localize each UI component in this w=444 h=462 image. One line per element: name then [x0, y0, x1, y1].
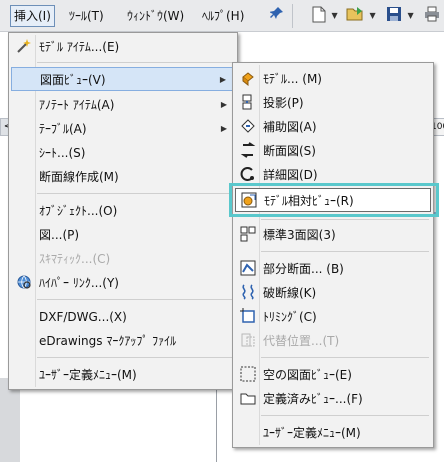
menu-item-model-items[interactable]: ﾓﾃﾞﾙ ｱｲﾃﾑ...(E) [11, 35, 235, 59]
submenu-item-standard-3-view[interactable]: 標準3面図(3) [235, 223, 431, 247]
submenu-item-break[interactable]: 破断線(K) [235, 281, 431, 305]
menu-item-label: ﾃｰﾌﾞﾙ(A) [39, 122, 87, 136]
auxiliary-view-icon [239, 118, 257, 136]
toolbar-divider [292, 4, 293, 28]
menu-separator [261, 415, 429, 416]
menu-item-label: eDrawings ﾏｰｸｱｯﾌﾟ ﾌｧｲﾙ [39, 334, 177, 348]
relative-view-icon [240, 192, 258, 210]
menu-item-label: ﾓﾃﾞﾙ... (M) [263, 72, 322, 86]
submenu-item-empty-view[interactable]: 空の図面ﾋﾞｭｰ(E) [235, 363, 431, 387]
menu-item-picture[interactable]: 図...(P) [11, 223, 235, 247]
magic-wand-icon [15, 38, 33, 56]
menu-item-sheet[interactable]: ｼｰﾄ...(S) [11, 141, 235, 165]
menu-item-label: 破断線(K) [263, 286, 317, 300]
submenu-arrow-icon: ▶ [220, 100, 227, 109]
menu-item-label: ﾊｲﾊﾟｰ ﾘﾝｸ...(Y) [39, 276, 119, 290]
projected-view-icon [239, 94, 257, 112]
open-folder-icon[interactable]: ▼ [346, 6, 376, 26]
menu-window[interactable]: ｳｨﾝﾄﾞｳ(W) [124, 6, 187, 26]
menu-tools[interactable]: ﾂｰﾙ(T) [66, 6, 107, 26]
submenu-item-relative-view[interactable]: ﾓﾃﾞﾙ相対ﾋﾞｭｰ(R) [235, 188, 431, 212]
menu-help[interactable]: ﾍﾙﾌﾟ(H) [199, 6, 247, 26]
menu-item-hyperlink[interactable]: ﾊｲﾊﾟｰ ﾘﾝｸ...(Y) [11, 271, 235, 295]
print-icon[interactable] [424, 6, 440, 26]
drawing-view-submenu: ﾓﾃﾞﾙ... (M) 投影(P) 補助図(A) 断面図(S) 詳細図(D) ﾓ… [229, 62, 439, 448]
submenu-item-predefined-view[interactable]: 定義済みﾋﾞｭｰ...(F) [235, 387, 431, 411]
menu-separator [261, 251, 429, 252]
menu-item-label: ｽｷﾏﾃｨｯｸ...(C) [39, 252, 111, 266]
menu-item-object[interactable]: ｵﾌﾞｼﾞｪｸﾄ...(O) [11, 199, 235, 223]
menu-item-drawing-view[interactable]: 図面ﾋﾞｭｰ(V) ▶ [11, 67, 235, 91]
menu-item-label: ｱﾉﾃｰﾄ ｱｲﾃﾑ(A) [39, 98, 115, 112]
standard-3-view-icon [239, 226, 257, 244]
empty-view-icon [239, 366, 257, 384]
submenu-item-section-view[interactable]: 断面図(S) [235, 139, 431, 163]
menu-item-label: ｵﾌﾞｼﾞｪｸﾄ...(O) [39, 204, 118, 218]
left-panel [0, 378, 20, 462]
break-icon [239, 284, 257, 302]
menu-item-label: ﾕｰｻﾞｰ定義ﾒﾆｭｰ(M) [263, 426, 361, 440]
menu-separator [37, 193, 233, 194]
menu-item-label: 標準3面図(3) [263, 228, 336, 242]
menu-item-label: ﾄﾘﾐﾝｸﾞ(C) [263, 310, 317, 324]
submenu-item-customize-menu[interactable]: ﾕｰｻﾞｰ定義ﾒﾆｭｰ(M) [235, 421, 431, 445]
menu-insert[interactable]: 挿入(I) [10, 5, 55, 27]
model-view-icon [239, 70, 257, 88]
crop-icon [239, 308, 257, 326]
menu-item-label: 図...(P) [39, 228, 80, 242]
insert-menu: ﾓﾃﾞﾙ ｱｲﾃﾑ...(E) 図面ﾋﾞｭｰ(V) ▶ ｱﾉﾃｰﾄ ｱｲﾃﾑ(A… [8, 32, 238, 390]
menu-separator [37, 299, 233, 300]
pin-icon[interactable] [269, 6, 284, 26]
menu-item-label: DXF/DWG...(X) [39, 310, 127, 324]
menu-item-label: 定義済みﾋﾞｭｰ...(F) [263, 392, 363, 406]
menu-item-label: ﾓﾃﾞﾙ相対ﾋﾞｭｰ(R) [264, 194, 354, 208]
hyperlink-globe-icon [15, 274, 33, 292]
menu-separator [261, 219, 429, 220]
broken-out-section-icon [239, 260, 257, 278]
submenu-arrow-icon: ▶ [220, 124, 227, 133]
menu-item-label: 断面線作成(M) [39, 170, 119, 184]
menu-item-label: 図面ﾋﾞｭｰ(V) [40, 73, 106, 87]
submenu-item-broken-out-section[interactable]: 部分断面... (B) [235, 257, 431, 281]
menu-item-label: 部分断面... (B) [263, 262, 344, 276]
menu-item-schematic: ｽｷﾏﾃｨｯｸ...(C) [11, 247, 235, 271]
menu-item-annotations[interactable]: ｱﾉﾃｰﾄ ｱｲﾃﾑ(A) ▶ [11, 93, 235, 117]
menu-item-label: ｼｰﾄ...(S) [39, 146, 86, 160]
submenu-item-projected-view[interactable]: 投影(P) [235, 91, 431, 115]
submenu-item-auxiliary-view[interactable]: 補助図(A) [235, 115, 431, 139]
menu-item-label: ﾓﾃﾞﾙ ｱｲﾃﾑ...(E) [39, 40, 120, 54]
submenu-item-alternate-position: 代替位置...(T) [235, 329, 431, 353]
menu-item-label: 投影(P) [263, 96, 304, 110]
menu-item-dxf-dwg[interactable]: DXF/DWG...(X) [11, 305, 235, 329]
menu-item-edrawings-markup[interactable]: eDrawings ﾏｰｸｱｯﾌﾟ ﾌｧｲﾙ [11, 329, 235, 353]
menu-item-label: 補助図(A) [263, 120, 317, 134]
menu-bar: 挿入(I) ﾂｰﾙ(T) ｳｨﾝﾄﾞｳ(W) ﾍﾙﾌﾟ(H) ▼ ▼ ▼ [0, 0, 444, 32]
submenu-item-crop[interactable]: ﾄﾘﾐﾝｸﾞ(C) [235, 305, 431, 329]
menu-separator [37, 62, 233, 63]
menu-item-label: ﾕｰｻﾞｰ定義ﾒﾆｭｰ(M) [39, 368, 137, 382]
menu-separator [261, 357, 429, 358]
section-view-icon [239, 142, 257, 160]
menu-item-label: 代替位置...(T) [263, 334, 340, 348]
submenu-arrow-icon: ▶ [219, 75, 226, 84]
new-document-icon[interactable]: ▼ [312, 6, 338, 26]
detail-view-icon [239, 166, 257, 184]
alternate-position-icon [239, 332, 257, 350]
predefined-view-icon [239, 390, 257, 408]
menu-item-tables[interactable]: ﾃｰﾌﾞﾙ(A) ▶ [11, 117, 235, 141]
menu-item-section-line[interactable]: 断面線作成(M) [11, 165, 235, 189]
menu-item-label: 空の図面ﾋﾞｭｰ(E) [263, 368, 352, 382]
menu-separator [37, 357, 233, 358]
menu-item-customize-menu[interactable]: ﾕｰｻﾞｰ定義ﾒﾆｭｰ(M) [11, 363, 235, 387]
submenu-item-model-view[interactable]: ﾓﾃﾞﾙ... (M) [235, 67, 431, 91]
save-icon[interactable]: ▼ [386, 6, 414, 26]
menu-item-label: 断面図(S) [263, 144, 316, 158]
